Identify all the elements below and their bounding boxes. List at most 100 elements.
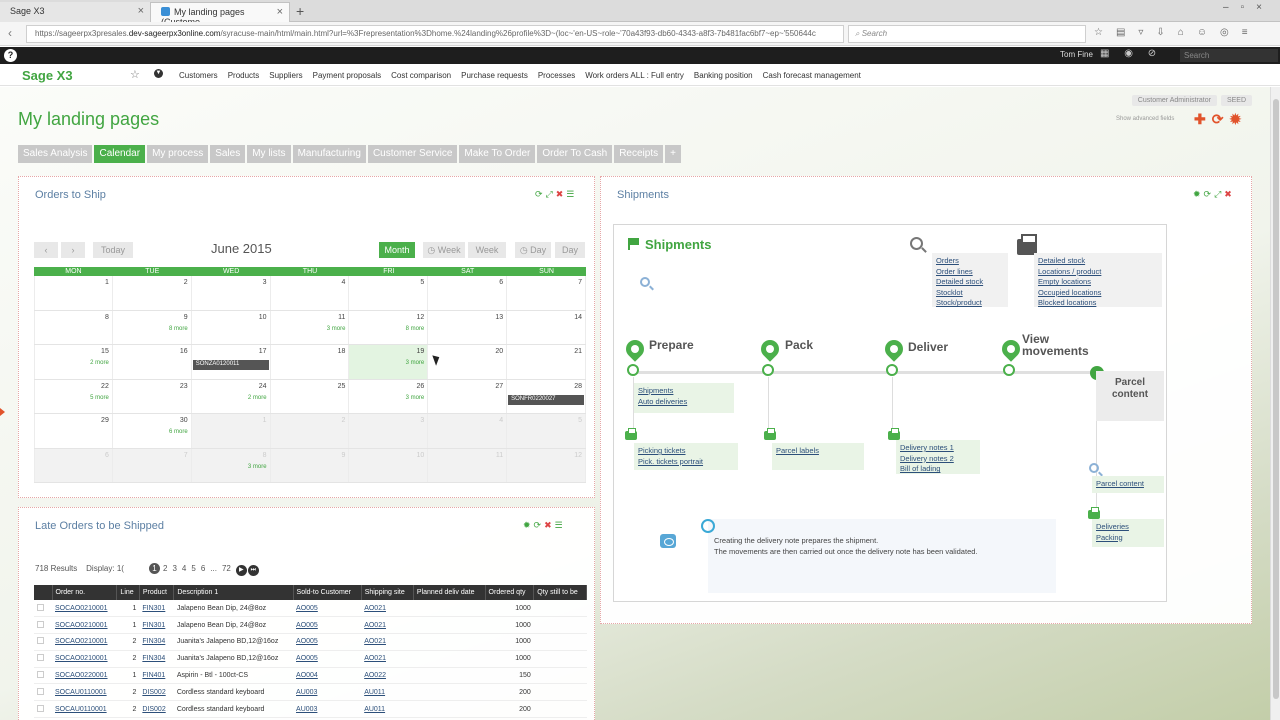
column-header[interactable]: Line bbox=[116, 585, 140, 600]
row-checkbox[interactable] bbox=[34, 616, 52, 635]
calendar-day-cell[interactable]: 23 bbox=[113, 379, 192, 413]
table-cell[interactable]: AO004 bbox=[293, 667, 362, 685]
column-header[interactable]: Sold-to Customer bbox=[293, 585, 362, 600]
page-link[interactable]: 72 bbox=[222, 564, 231, 573]
day-view-button[interactable]: ◷ Day bbox=[515, 242, 551, 258]
more-events-link[interactable]: 8 more bbox=[406, 326, 425, 332]
back-icon[interactable]: ‹ bbox=[8, 26, 12, 40]
shipment-link[interactable]: Orders bbox=[936, 256, 1004, 267]
page-link[interactable]: 5 bbox=[191, 564, 195, 573]
more-events-link[interactable]: 3 more bbox=[248, 464, 267, 470]
refresh-icon[interactable]: ⟳ bbox=[534, 520, 545, 530]
delete-icon[interactable]: ✖ bbox=[1224, 189, 1235, 199]
settings-gear-icon[interactable]: ✹ bbox=[1229, 111, 1247, 127]
expand-icon[interactable]: ⤢ bbox=[546, 189, 556, 199]
table-cell[interactable]: SOCAO0220001 bbox=[52, 667, 117, 685]
calendar-day-cell[interactable]: 15 2 more bbox=[34, 345, 113, 379]
table-cell[interactable]: SOCAU0110001 bbox=[52, 700, 117, 719]
table-row[interactable]: SOCAO0210001 1 FIN301 Jalapeno Bean Dip, 24… bbox=[34, 616, 587, 635]
shipment-link[interactable]: Order lines bbox=[936, 267, 1004, 278]
shipment-link[interactable]: Detailed stock bbox=[1038, 256, 1158, 267]
table-cell[interactable]: AU011 bbox=[361, 700, 414, 719]
menu-item[interactable]: Cash forecast management bbox=[763, 71, 861, 80]
left-edge-marker[interactable] bbox=[0, 408, 5, 416]
calendar-day-cell[interactable]: 24 2 more bbox=[192, 379, 271, 413]
table-row[interactable]: SOCAO0210001 1 FIN301 Jalapeno Bean Dip, 24… bbox=[34, 600, 587, 618]
shipment-link[interactable]: Deliveries bbox=[1096, 522, 1160, 533]
role-selector[interactable]: Customer Administrator bbox=[1131, 95, 1217, 106]
page-link[interactable]: 3 bbox=[172, 564, 176, 573]
table-cell[interactable]: AO021 bbox=[361, 616, 414, 635]
landing-tab[interactable]: Calendar bbox=[94, 145, 146, 163]
table-cell[interactable]: FIN301 bbox=[139, 616, 174, 635]
shipment-link[interactable]: Delivery notes 2 bbox=[900, 454, 976, 465]
top-bar-icons[interactable]: ▦ ◉ ⊘ bbox=[1100, 48, 1162, 59]
row-checkbox[interactable] bbox=[34, 683, 52, 702]
table-cell[interactable]: AO021 bbox=[361, 650, 414, 668]
calendar-day-cell[interactable]: 30 6 more bbox=[113, 414, 192, 448]
shipment-link[interactable]: Occupied locations bbox=[1038, 288, 1158, 299]
more-events-link[interactable]: 6 more bbox=[169, 429, 188, 435]
search-icon[interactable] bbox=[1089, 463, 1099, 473]
menu-item[interactable]: Cost comparison bbox=[391, 71, 451, 80]
menu-item[interactable]: Banking position bbox=[694, 71, 753, 80]
sage-x3-logo[interactable]: Sage X3 bbox=[22, 68, 73, 83]
shipment-link[interactable]: Detailed stock bbox=[936, 277, 1004, 288]
panel-menu-icon[interactable]: ☰ bbox=[555, 520, 566, 530]
day-view-button-2[interactable]: Day bbox=[555, 242, 585, 258]
menu-item[interactable]: Customers bbox=[179, 71, 218, 80]
browser-tab-sage[interactable]: Sage X3 × bbox=[0, 2, 150, 22]
column-header[interactable]: Order no. bbox=[52, 585, 118, 600]
table-cell[interactable]: SOCAU0110001 bbox=[52, 683, 117, 702]
settings-icon[interactable]: ✹ bbox=[1193, 189, 1204, 199]
table-cell[interactable]: AO005 bbox=[293, 650, 362, 668]
window-controls[interactable]: –▫× bbox=[1223, 2, 1274, 13]
calendar-day-cell[interactable]: 5 bbox=[349, 276, 429, 310]
shipment-link[interactable]: Picking tickets bbox=[638, 446, 734, 457]
shipment-link[interactable]: Stock/product bbox=[936, 298, 1004, 309]
more-events-link[interactable]: 2 more bbox=[90, 360, 109, 366]
calendar-day-cell[interactable]: 7 bbox=[507, 276, 586, 310]
column-header[interactable]: Planned deliv date bbox=[413, 585, 486, 600]
calendar-day-cell[interactable]: 19 3 more bbox=[349, 345, 429, 379]
browser-toolbar-icons[interactable]: ☆▤▿⇩⌂☺◎≡ bbox=[1094, 27, 1261, 38]
more-events-link[interactable]: 2 more bbox=[248, 395, 267, 401]
printer-icon[interactable] bbox=[625, 428, 637, 440]
menu-item[interactable]: Purchase requests bbox=[461, 71, 528, 80]
more-events-link[interactable]: 8 more bbox=[169, 326, 188, 332]
landing-tab[interactable]: My lists bbox=[247, 145, 291, 163]
last-page-icon[interactable]: ⏭ bbox=[247, 565, 259, 576]
calendar-event[interactable]: SONZA0120011 bbox=[192, 360, 269, 370]
shipment-link[interactable]: Pick. tickets portrait bbox=[638, 457, 734, 468]
show-advanced-fields[interactable]: Show advanced fields bbox=[1116, 116, 1174, 122]
calendar-day-cell[interactable]: 22 5 more bbox=[34, 379, 113, 413]
column-header[interactable]: Shipping site bbox=[361, 585, 414, 600]
landing-tab[interactable]: Receipts bbox=[614, 145, 664, 163]
landing-tab[interactable]: + bbox=[665, 145, 681, 163]
table-row[interactable]: SOCAU0110001 2 DIS002 Cordless standard key… bbox=[34, 700, 587, 719]
shipment-link[interactable]: Packing bbox=[1096, 533, 1160, 544]
table-cell[interactable]: SOCAO0210001 bbox=[52, 633, 117, 651]
page-link[interactable]: 6 bbox=[201, 564, 205, 573]
calendar-day-cell[interactable]: 9 bbox=[270, 448, 350, 482]
calendar-day-cell[interactable]: 10 bbox=[192, 310, 271, 344]
landing-tab[interactable]: Customer Service bbox=[367, 145, 458, 163]
calendar-day-cell[interactable]: 6 bbox=[34, 448, 113, 482]
row-checkbox[interactable] bbox=[34, 600, 52, 618]
calendar-day-cell[interactable]: 10 bbox=[349, 448, 429, 482]
week-view-button[interactable]: ◷ Week bbox=[423, 242, 465, 258]
search-icon[interactable] bbox=[640, 277, 650, 287]
table-row[interactable]: SOCAU0110001 2 DIS002 Cordless standard key… bbox=[34, 683, 587, 702]
next-page-icon[interactable]: ▶ bbox=[235, 565, 247, 576]
row-checkbox[interactable] bbox=[34, 667, 52, 685]
landing-tab[interactable]: My process bbox=[147, 145, 209, 163]
browser-tab-landing[interactable]: My landing pages (Custome...× bbox=[150, 2, 290, 27]
calendar-day-cell[interactable]: 3 bbox=[349, 414, 429, 448]
calendar-day-cell[interactable]: 6 bbox=[428, 276, 508, 310]
column-header[interactable]: Description 1 bbox=[173, 585, 294, 600]
more-events-link[interactable]: 3 more bbox=[406, 395, 425, 401]
table-row[interactable]: SOCAO0210001 2 FIN304 Juanita's Jalapeno BD… bbox=[34, 650, 587, 668]
calendar-day-cell[interactable]: 8 3 more bbox=[191, 448, 271, 482]
calendar-day-cell[interactable]: 4 bbox=[428, 414, 508, 448]
add-icon[interactable]: ✚ bbox=[1194, 111, 1212, 127]
